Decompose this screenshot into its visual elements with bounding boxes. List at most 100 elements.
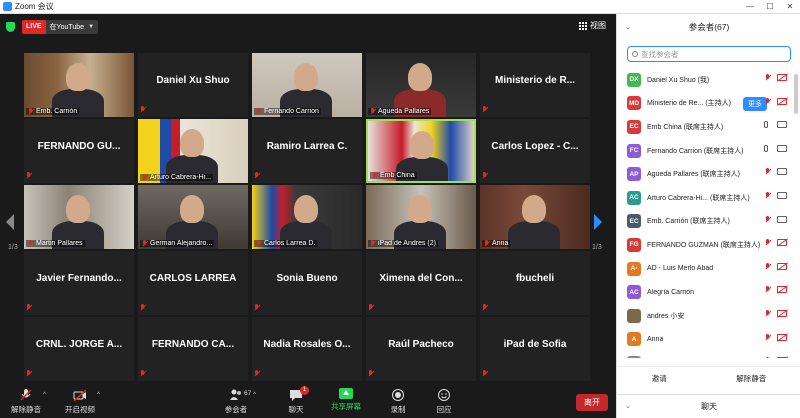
video-tile[interactable]: Anna bbox=[480, 185, 590, 249]
person-head bbox=[408, 63, 432, 91]
minimize-button[interactable]: — bbox=[740, 0, 760, 14]
participant-row[interactable]: AC Alegría Carrión bbox=[617, 280, 793, 304]
unmute-label: 解除静音 bbox=[11, 405, 41, 414]
participant-row[interactable]: FG FERNANDO GUZMAN (联席主持人) bbox=[617, 233, 793, 257]
share-screen-button[interactable]: 共享屏幕 bbox=[320, 388, 372, 412]
unmute-me-button[interactable]: 解除静音 bbox=[726, 371, 776, 386]
participants-button[interactable]: 67 参会者 ^ bbox=[210, 388, 262, 415]
unmute-button[interactable]: 解除静音 ^ bbox=[0, 388, 52, 415]
video-tile[interactable]: iPad de Sofia bbox=[480, 317, 590, 381]
tile-participant-name: Ramiro Larrea C. bbox=[266, 141, 348, 152]
participant-row[interactable]: MD Ministerio de Re... (主持人) 更多 bbox=[617, 92, 793, 116]
tile-participant-name: Nadia Rosales O... bbox=[263, 339, 351, 350]
video-tile[interactable]: Emb. Carrión bbox=[24, 53, 134, 117]
video-tile[interactable]: Javier Fernando... bbox=[24, 251, 134, 315]
video-tile[interactable]: Raúl Pacheco bbox=[366, 317, 476, 381]
video-off-icon bbox=[73, 388, 87, 402]
chat-panel-header[interactable]: ⌄ 聊天 bbox=[617, 394, 800, 418]
participant-row[interactable]: FC Fernando Carrion (联席主持人) bbox=[617, 139, 793, 163]
record-button[interactable]: 录制 bbox=[372, 388, 424, 415]
microphone-icon bbox=[764, 144, 768, 152]
security-shield-icon[interactable] bbox=[6, 22, 15, 32]
video-tile[interactable]: Fernando Carrion bbox=[252, 53, 362, 117]
tile-label-text: Emb China bbox=[380, 172, 415, 179]
video-tile[interactable]: German Alejandro... bbox=[138, 185, 248, 249]
live-stream-indicator[interactable]: LIVE 在YouTube ▼ bbox=[22, 20, 99, 34]
muted-mic-icon bbox=[765, 262, 771, 270]
participant-list-scrollbar[interactable] bbox=[794, 74, 798, 114]
person-head bbox=[522, 195, 546, 223]
participant-list: DX Daniel Xu Shuo (我) MD Ministerio de Re..… bbox=[617, 68, 793, 358]
video-options-caret-icon[interactable]: ^ bbox=[97, 392, 100, 398]
video-tile[interactable]: FERNANDO GU... bbox=[24, 119, 134, 183]
zoom-window: Zoom 会议 — ☐ ✕ LIVE 在YouTube ▼ 视图 Emb. Ca… bbox=[0, 0, 800, 418]
video-tile[interactable]: CARLOS LARREA bbox=[138, 251, 248, 315]
share-screen-icon bbox=[339, 388, 353, 399]
video-tile[interactable]: CRNL. JORGE A... bbox=[24, 317, 134, 381]
more-button[interactable]: 更多 bbox=[743, 96, 767, 111]
muted-mic-icon bbox=[28, 240, 34, 247]
avatar: FG bbox=[627, 237, 641, 252]
video-tile[interactable]: FERNANDO CA... bbox=[138, 317, 248, 381]
reactions-button[interactable]: 回应 bbox=[418, 388, 470, 415]
video-tile[interactable]: Agueda Pallares bbox=[366, 53, 476, 117]
maximize-button[interactable]: ☐ bbox=[760, 0, 780, 14]
audio-options-caret-icon[interactable]: ^ bbox=[43, 392, 46, 398]
chat-button[interactable]: 1 聊天 bbox=[270, 386, 322, 415]
participants-caret-icon[interactable]: ^ bbox=[253, 392, 256, 398]
participant-row[interactable]: A Anna bbox=[617, 328, 793, 352]
participant-name: Ministerio de Re... (主持人) bbox=[647, 100, 732, 108]
muted-mic-icon bbox=[256, 108, 262, 115]
page-indicator-left: 1/3 bbox=[8, 244, 18, 251]
invite-button[interactable]: 邀请 bbox=[642, 371, 677, 386]
participant-row[interactable]: Ariel Vergara bbox=[617, 351, 793, 358]
video-tile[interactable]: Nadia Rosales O... bbox=[252, 317, 362, 381]
camera-off-icon bbox=[777, 262, 787, 270]
video-tile[interactable]: Martin Pallares bbox=[24, 185, 134, 249]
participant-row[interactable]: EC Emb. Carrión (联席主持人) bbox=[617, 210, 793, 234]
video-tile[interactable]: fbucheli bbox=[480, 251, 590, 315]
video-tile[interactable]: Ministerio de R... bbox=[480, 53, 590, 117]
avatar: A bbox=[627, 332, 641, 347]
grid-view-icon bbox=[579, 21, 587, 30]
participant-row[interactable]: AP Agueda Pallares (联席主持人) bbox=[617, 162, 793, 186]
avatar: AC bbox=[627, 285, 641, 300]
participant-row[interactable]: EC Emb China (联席主持人) bbox=[617, 115, 793, 139]
participant-row[interactable]: A- AD - Luis Merlo Abad bbox=[617, 257, 793, 281]
participant-status-icons bbox=[765, 74, 787, 81]
participant-row[interactable]: AC Arturo Cabrera-Hi... (联席主持人) bbox=[617, 186, 793, 210]
video-tile[interactable]: Emb China bbox=[366, 119, 476, 183]
video-tile[interactable]: Carlos Larrea D. bbox=[252, 185, 362, 249]
window-controls: — ☐ ✕ bbox=[740, 0, 800, 14]
participant-row[interactable]: DX Daniel Xu Shuo (我) bbox=[617, 68, 793, 92]
muted-mic-icon bbox=[765, 239, 771, 246]
video-tile[interactable]: iPad de Andres (2) bbox=[366, 185, 476, 249]
muted-mic-icon bbox=[765, 74, 771, 81]
camera-off-icon bbox=[777, 74, 787, 81]
view-button[interactable]: 视图 bbox=[579, 20, 606, 31]
video-tile[interactable]: Carlos Lopez - C... bbox=[480, 119, 590, 183]
search-placeholder: 查找参会者 bbox=[641, 49, 679, 59]
leave-button[interactable]: 离开 bbox=[576, 394, 608, 411]
video-tile[interactable]: Ximena del Con... bbox=[366, 251, 476, 315]
avatar: FC bbox=[627, 143, 641, 158]
participant-row[interactable]: andres 小安 bbox=[617, 304, 793, 328]
close-button[interactable]: ✕ bbox=[780, 0, 800, 14]
muted-mic-icon bbox=[368, 370, 374, 377]
participant-status-icons bbox=[761, 144, 787, 152]
next-page-arrow-icon[interactable] bbox=[594, 214, 602, 230]
participant-name: Anna bbox=[647, 335, 664, 343]
tile-label-text: Agueda Pallares bbox=[378, 108, 430, 115]
tile-name-label: Martin Pallares bbox=[26, 240, 85, 247]
start-video-button[interactable]: 开启视频 ^ bbox=[54, 388, 106, 415]
video-tile[interactable]: Sonia Bueno bbox=[252, 251, 362, 315]
video-tile[interactable]: Daniel Xu Shuo bbox=[138, 53, 248, 117]
video-tile[interactable]: Arturo Cabrera-Hi... bbox=[138, 119, 248, 183]
search-icon bbox=[632, 51, 638, 57]
participant-name: Emb. Carrión (联席主持人) bbox=[647, 218, 730, 226]
live-badge: LIVE bbox=[22, 20, 46, 34]
video-tile[interactable]: Ramiro Larrea C. bbox=[252, 119, 362, 183]
prev-page-arrow-icon[interactable] bbox=[6, 214, 14, 230]
tile-label-text: Arturo Cabrera-Hi... bbox=[150, 174, 212, 181]
participant-search-input[interactable]: 查找参会者 bbox=[627, 46, 791, 62]
